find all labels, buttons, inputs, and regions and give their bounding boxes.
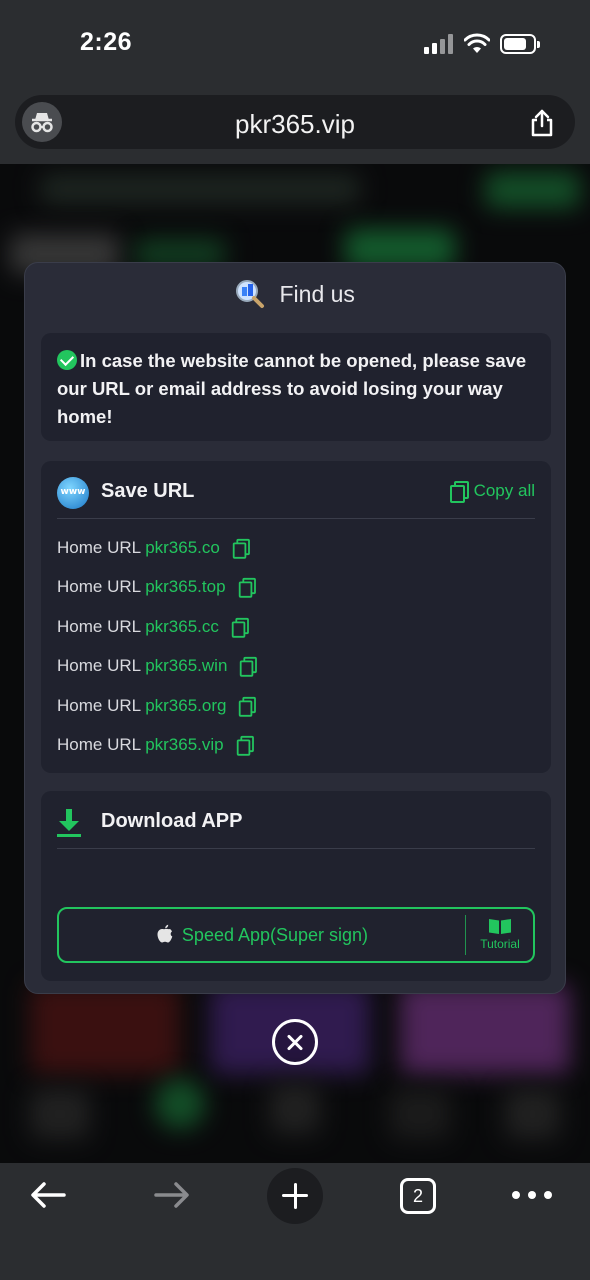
- wifi-icon: [464, 33, 490, 53]
- url-link[interactable]: pkr365.cc: [145, 617, 219, 636]
- book-icon: [489, 919, 511, 934]
- tutorial-label: Tutorial: [480, 937, 520, 951]
- modal-header: Find us: [25, 279, 565, 319]
- copy-icon[interactable]: [236, 735, 254, 756]
- new-tab-button[interactable]: [267, 1168, 323, 1224]
- forward-arrow-icon[interactable]: [152, 1175, 192, 1215]
- save-url-title: Save URL: [101, 480, 195, 502]
- close-modal-button[interactable]: [272, 1019, 318, 1065]
- copy-icon[interactable]: [238, 578, 256, 599]
- copy-icon[interactable]: [240, 657, 258, 677]
- save-url-header: www Save URL Copy all: [57, 475, 535, 519]
- copy-all-button[interactable]: Copy all: [449, 481, 535, 503]
- find-us-modal: Find us In case the website cannot be op…: [24, 262, 566, 994]
- download-header: Download APP: [57, 805, 535, 849]
- url-row: Home URL pkr365.co: [57, 535, 255, 574]
- copy-icon: [449, 481, 469, 503]
- url-row: Home URL pkr365.top: [57, 574, 256, 613]
- back-arrow-icon[interactable]: [28, 1175, 68, 1215]
- url-row: Home URL pkr365.win: [57, 653, 258, 692]
- url-text[interactable]: pkr365.vip: [15, 109, 575, 140]
- notice-text: In case the website cannot be opened, pl…: [57, 350, 527, 427]
- browser-address-area: pkr365.vip: [0, 88, 590, 164]
- modal-title: Find us: [279, 280, 355, 307]
- apple-icon: [157, 924, 173, 943]
- url-list: Home URL pkr365.co Home URL pkr365.top H…: [57, 535, 258, 771]
- url-link[interactable]: pkr365.org: [145, 696, 226, 715]
- address-bar[interactable]: pkr365.vip: [15, 95, 575, 149]
- browser-toolbar: 2: [0, 1163, 590, 1280]
- globe-www-icon: www: [57, 477, 89, 509]
- notice-card: In case the website cannot be opened, pl…: [41, 333, 551, 441]
- share-icon[interactable]: [525, 105, 559, 139]
- search-building-icon: [236, 280, 265, 308]
- check-circle-icon: [57, 350, 77, 370]
- url-row: Home URL pkr365.vip: [57, 732, 255, 771]
- save-url-card: www Save URL Copy all Home URL pkr365.co…: [41, 461, 551, 773]
- download-icon: [57, 809, 81, 837]
- speed-app-button-group: Speed App(Super sign) Tutorial: [57, 907, 535, 963]
- cellular-signal-icon: [424, 34, 454, 54]
- url-row: Home URL pkr365.cc: [57, 614, 255, 653]
- download-title: Download APP: [101, 810, 243, 832]
- url-link[interactable]: pkr365.top: [145, 577, 225, 596]
- url-row: Home URL pkr365.org: [57, 693, 257, 732]
- copy-icon[interactable]: [232, 538, 250, 559]
- clock: 2:26: [80, 28, 133, 56]
- tab-switcher-button[interactable]: 2: [400, 1178, 436, 1214]
- more-menu-icon[interactable]: [512, 1191, 552, 1201]
- download-app-card: Download APP Speed App(Super sign) Tutor…: [41, 791, 551, 981]
- copy-icon[interactable]: [239, 696, 257, 717]
- copy-icon[interactable]: [231, 617, 249, 638]
- status-bar: 2:26: [0, 0, 590, 88]
- url-link[interactable]: pkr365.vip: [145, 735, 223, 754]
- speed-app-button[interactable]: Speed App(Super sign): [59, 909, 465, 961]
- url-link[interactable]: pkr365.co: [145, 538, 220, 557]
- tutorial-button[interactable]: Tutorial: [466, 909, 534, 961]
- battery-icon: [500, 34, 540, 54]
- url-link[interactable]: pkr365.win: [145, 656, 227, 675]
